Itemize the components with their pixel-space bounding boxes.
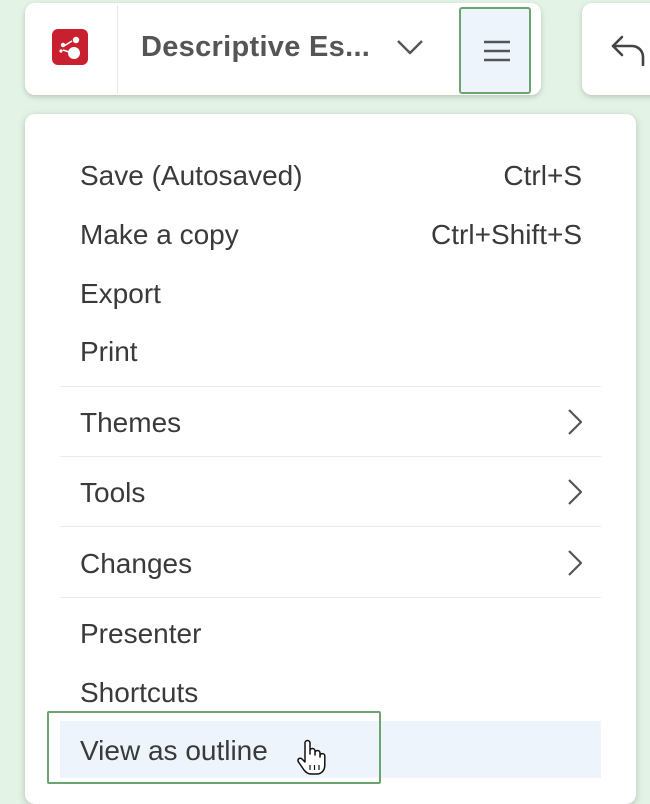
menu-separator (60, 526, 601, 527)
undo-icon (611, 35, 645, 66)
menu-item-label: Print (80, 336, 138, 367)
menu-separator (60, 456, 601, 457)
document-title[interactable]: Descriptive Es... (141, 31, 370, 64)
main-menu-button[interactable] (459, 7, 531, 94)
menu-item-label: Export (80, 278, 161, 309)
menu-separator (60, 597, 601, 598)
toolbar-divider (117, 5, 118, 93)
app-logo-icon[interactable] (52, 29, 88, 65)
menu-item-label: Themes (80, 407, 182, 438)
menu-item-shortcut: Ctrl+Shift+S (431, 219, 582, 250)
menu-item-changes[interactable]: Changes (25, 538, 636, 588)
chevron-right-icon (566, 407, 584, 442)
menu-item-label: Presenter (80, 618, 202, 649)
menu-item-label: Shortcuts (80, 677, 199, 708)
menu-item-presenter[interactable]: Presenter (25, 608, 636, 658)
menu-item-export[interactable]: Export (25, 268, 636, 318)
chevron-right-icon (566, 548, 584, 583)
menu-item-make-copy[interactable]: Make a copy Ctrl+Shift+S (25, 209, 636, 259)
menu-item-label: Make a copy (80, 219, 239, 250)
chevron-down-icon[interactable] (395, 37, 425, 62)
menu-item-shortcut: Ctrl+S (503, 160, 582, 191)
main-menu-dropdown: Save (Autosaved) Ctrl+S Make a copy Ctrl… (25, 114, 636, 804)
menu-item-print[interactable]: Print (25, 326, 636, 376)
menu-item-themes[interactable]: Themes (25, 397, 636, 447)
view-as-outline-focus-box (47, 711, 381, 784)
hamburger-menu-icon (484, 40, 510, 62)
menu-item-label: Changes (80, 548, 193, 579)
menu-item-tools[interactable]: Tools (25, 467, 636, 517)
top-toolbar: Descriptive Es... (25, 3, 541, 95)
menu-item-label: Save (Autosaved) (80, 160, 303, 191)
hand-pointer-cursor-icon (296, 738, 326, 781)
menu-item-label: Tools (80, 477, 146, 508)
menu-item-save[interactable]: Save (Autosaved) Ctrl+S (25, 150, 636, 200)
menu-item-shortcuts[interactable]: Shortcuts (25, 667, 636, 717)
undo-button[interactable] (582, 3, 650, 95)
menu-separator (60, 386, 601, 387)
chevron-right-icon (566, 477, 584, 512)
